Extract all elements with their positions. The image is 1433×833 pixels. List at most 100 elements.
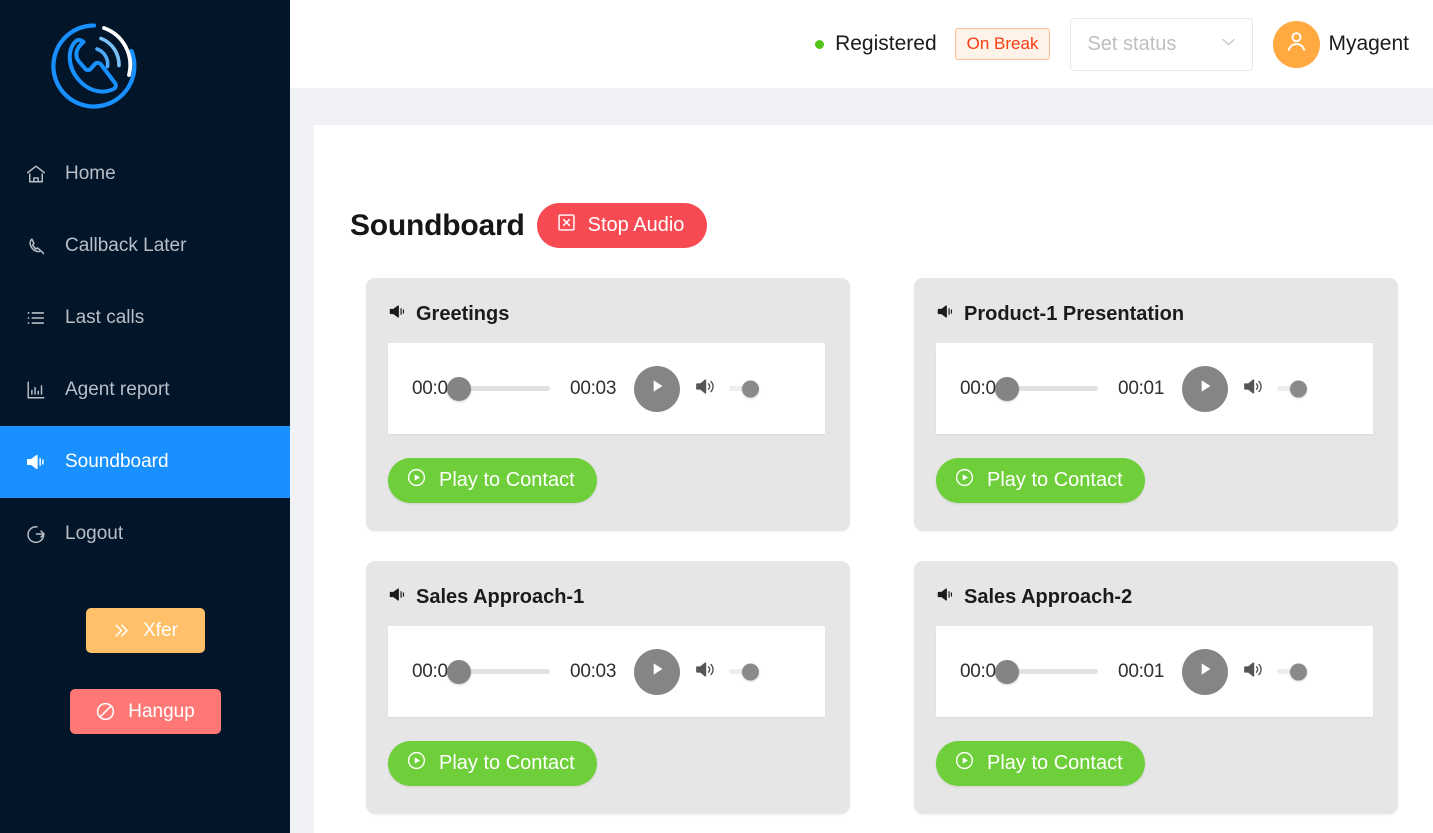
page-title: Soundboard — [350, 208, 525, 242]
play-icon — [647, 659, 667, 684]
volume-thumb[interactable] — [742, 663, 760, 680]
soundboard-grid: Greetings 00:00 00:03 Play to Contact Pr… — [314, 248, 1433, 814]
hangup-button[interactable]: Hangup — [69, 689, 221, 734]
sound-icon — [388, 585, 407, 610]
volume-slider[interactable] — [729, 663, 760, 680]
seek-thumb[interactable] — [447, 659, 472, 684]
sidebar-item-label: Agent report — [65, 379, 170, 400]
avatar[interactable] — [1273, 20, 1321, 68]
sidebar-item-home[interactable]: Home — [0, 138, 290, 210]
main-area: Registered On Break Set status Myagent S… — [290, 0, 1433, 833]
speaker-icon — [694, 658, 717, 686]
volume-slider[interactable] — [1277, 380, 1308, 397]
content-top-gap — [290, 88, 1433, 125]
top-bar: Registered On Break Set status Myagent — [290, 0, 1433, 88]
play-to-contact-button[interactable]: Play to Contact — [936, 741, 1145, 786]
seek-slider[interactable] — [447, 659, 551, 684]
app-root: Home Callback Later Last calls Agent rep… — [0, 0, 1433, 833]
card-title-row: Greetings — [388, 302, 850, 327]
play-to-contact-label: Play to Contact — [987, 752, 1123, 774]
play-button[interactable] — [634, 365, 681, 412]
sidebar-item-label: Soundboard — [65, 451, 169, 472]
page-header: Soundboard Stop Audio — [314, 125, 1433, 248]
volume-button[interactable] — [1242, 375, 1265, 403]
card-title-row: Sales Approach-2 — [936, 585, 1398, 610]
card-title-row: Product-1 Presentation — [936, 302, 1398, 327]
play-to-contact-label: Play to Contact — [439, 752, 575, 774]
stop-audio-label: Stop Audio — [587, 214, 685, 236]
speaker-icon — [1242, 375, 1265, 403]
card-title: Sales Approach-1 — [416, 586, 585, 608]
seek-slider[interactable] — [995, 376, 1099, 401]
duration: 00:01 — [1118, 660, 1165, 682]
sidebar-item-soundboard[interactable]: Soundboard — [0, 426, 290, 498]
volume-button[interactable] — [1242, 658, 1265, 686]
sidebar-nav: Home Callback Later Last calls Agent rep… — [0, 138, 290, 570]
play-button[interactable] — [1182, 365, 1229, 412]
speaker-icon — [694, 375, 717, 403]
content-panel: Soundboard Stop Audio Greetings 00:00 00… — [314, 125, 1433, 833]
sidebar-call-actions: Xfer Hangup — [0, 608, 290, 734]
hangup-label: Hangup — [128, 700, 195, 722]
phone-icon — [25, 234, 53, 258]
play-to-contact-button[interactable]: Play to Contact — [936, 458, 1145, 503]
sidebar: Home Callback Later Last calls Agent rep… — [0, 0, 290, 833]
seek-slider[interactable] — [447, 376, 551, 401]
stop-audio-button[interactable]: Stop Audio — [536, 203, 708, 248]
play-to-contact-button[interactable]: Play to Contact — [388, 741, 597, 786]
volume-button[interactable] — [694, 375, 717, 403]
sidebar-item-logout[interactable]: Logout — [0, 498, 290, 570]
sound-icon — [25, 450, 53, 474]
play-icon — [1195, 659, 1215, 684]
seek-thumb[interactable] — [995, 376, 1020, 401]
card-title: Greetings — [416, 303, 510, 325]
audio-player: 00:00 00:01 — [936, 626, 1373, 717]
audio-player: 00:00 00:03 — [388, 626, 825, 717]
user-icon — [1283, 28, 1310, 60]
play-to-contact-button[interactable]: Play to Contact — [388, 458, 597, 503]
logo[interactable] — [0, 0, 290, 136]
duration: 00:03 — [570, 377, 617, 399]
seek-slider[interactable] — [995, 659, 1099, 684]
play-to-contact-label: Play to Contact — [987, 469, 1123, 491]
play-to-contact-label: Play to Contact — [439, 469, 575, 491]
volume-thumb[interactable] — [1290, 663, 1308, 680]
play-button[interactable] — [634, 648, 681, 695]
set-status-placeholder: Set status — [1087, 32, 1177, 55]
xfer-button[interactable]: Xfer — [85, 608, 205, 653]
volume-thumb[interactable] — [1290, 380, 1308, 397]
card-title: Product-1 Presentation — [964, 303, 1185, 325]
sidebar-item-agent-report[interactable]: Agent report — [0, 354, 290, 426]
speaker-icon — [1242, 658, 1265, 686]
duration: 00:03 — [570, 660, 617, 682]
sound-icon — [936, 585, 955, 610]
play-button[interactable] — [1182, 648, 1229, 695]
status-badge[interactable]: On Break — [954, 28, 1051, 60]
volume-thumb[interactable] — [742, 380, 760, 397]
volume-slider[interactable] — [1277, 663, 1308, 680]
duration: 00:01 — [1118, 377, 1165, 399]
seek-thumb[interactable] — [995, 659, 1020, 684]
sidebar-item-label: Callback Later — [65, 235, 187, 256]
sidebar-item-last-calls[interactable]: Last calls — [0, 282, 290, 354]
sound-icon — [936, 302, 955, 327]
seek-thumb[interactable] — [447, 376, 472, 401]
play-circle-icon — [406, 467, 427, 494]
agent-name: Myagent — [1328, 32, 1409, 55]
home-icon — [25, 162, 53, 186]
soundboard-card: Sales Approach-2 00:00 00:01 Play to Con… — [914, 561, 1398, 814]
phone-waves-logo-icon — [45, 17, 143, 120]
sidebar-item-callback-later[interactable]: Callback Later — [0, 210, 290, 282]
play-circle-icon — [406, 750, 427, 777]
card-title: Sales Approach-2 — [964, 586, 1133, 608]
audio-player: 00:00 00:01 — [936, 343, 1373, 434]
xfer-label: Xfer — [143, 619, 178, 641]
volume-button[interactable] — [694, 658, 717, 686]
sidebar-item-label: Home — [65, 163, 116, 184]
registration-status-label: Registered — [835, 32, 937, 55]
set-status-select[interactable]: Set status — [1070, 17, 1254, 71]
sidebar-item-label: Last calls — [65, 307, 145, 328]
double-right-icon — [112, 621, 131, 640]
volume-slider[interactable] — [729, 380, 760, 397]
sidebar-item-label: Logout — [65, 523, 124, 544]
